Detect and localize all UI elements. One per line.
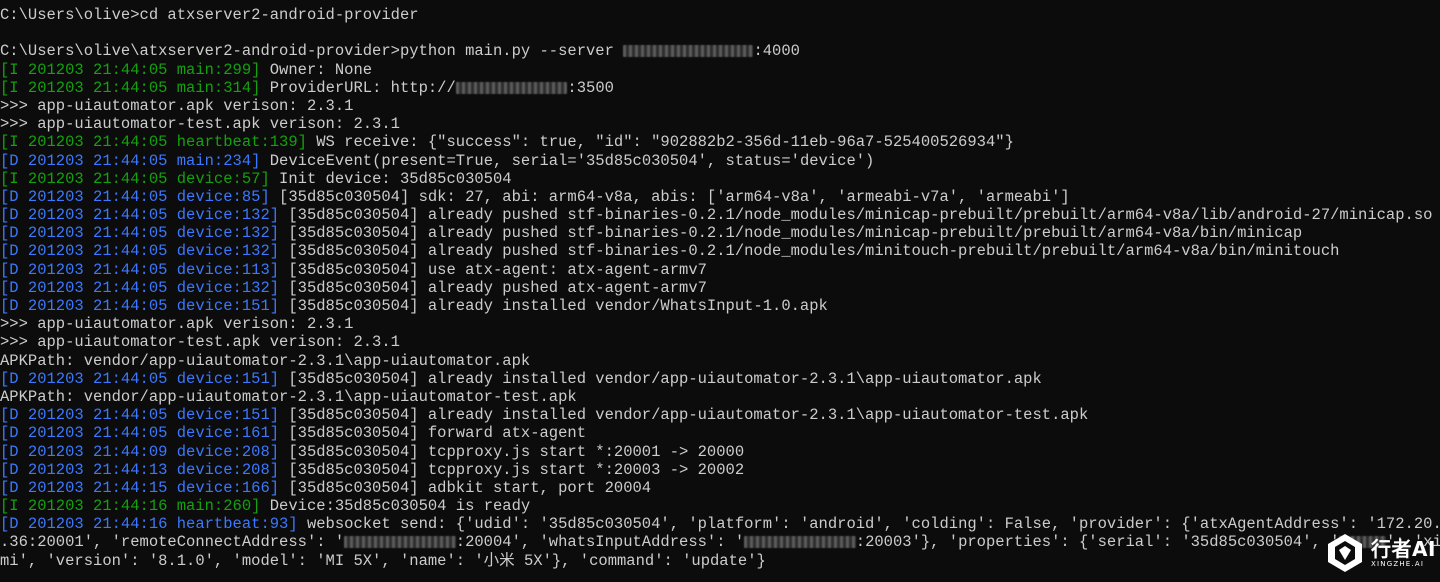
terminal-window[interactable]: C:\Users\olive>cd atxserver2-android-pro… (0, 0, 1440, 582)
terminal-line: C:\Users\olive>cd atxserver2-android-pro… (0, 6, 1440, 24)
log-text: :4000 (753, 42, 800, 61)
log-text: >>> app-uiautomator-test.apk verison: 2.… (0, 115, 400, 134)
terminal-line: mi', 'version': '8.1.0', 'model': 'MI 5X… (0, 552, 1440, 570)
log-text: websocket send: {'udid': '35d85c030504',… (297, 515, 1440, 534)
log-text: [35d85c030504] forward atx-agent (279, 424, 586, 443)
terminal-line: [D 201203 21:44:05 device:132] [35d85c03… (0, 224, 1440, 242)
terminal-line: [D 201203 21:44:05 device:132] [35d85c03… (0, 279, 1440, 297)
terminal-line: [I 201203 21:44:05 main:299] Owner: None (0, 61, 1440, 79)
log-text: [35d85c030504] already installed vendor/… (279, 406, 1089, 425)
log-tag: [D 201203 21:44:05 device:151] (0, 369, 280, 388)
log-text: APKPath: vendor/app-uiautomator-2.3.1\ap… (0, 387, 577, 406)
terminal-line: [D 201203 21:44:05 main:234] DeviceEvent… (0, 152, 1440, 170)
log-text: :3500 (567, 78, 614, 97)
log-tag: [I 201203 21:44:05 main:314] (0, 78, 261, 97)
log-text: Device:35d85c030504 is ready (260, 497, 531, 516)
log-tag: [D 201203 21:44:05 device:132] (0, 224, 280, 243)
masked-value: 172.20.12.36 (455, 81, 568, 94)
log-text: C:\Users\olive\atxserver2-android-provid… (0, 42, 624, 61)
log-text: [35d85c030504] already pushed stf-binari… (279, 224, 1303, 243)
log-tag: [D 201203 21:44:05 device:85] (0, 187, 270, 206)
log-tag: [D 201203 21:44:13 device:208] (0, 460, 280, 479)
log-tag: [D 201203 21:44:15 device:166] (0, 478, 280, 497)
terminal-line: APKPath: vendor/app-uiautomator-2.3.1\ap… (0, 388, 1440, 406)
log-text: :20004', 'whatsInputAddress': ' (455, 533, 745, 552)
masked-value: 172.16.254.123 (623, 45, 754, 58)
terminal-line: [D 201203 21:44:15 device:166] [35d85c03… (0, 479, 1440, 497)
terminal-line: [I 201203 21:44:16 main:260] Device:35d8… (0, 497, 1440, 515)
log-tag: [D 201203 21:44:05 device:151] (0, 406, 280, 425)
masked-value: 172.20.12.36 (744, 536, 856, 549)
log-text: C:\Users\olive>cd atxserver2-android-pro… (0, 6, 419, 24)
terminal-line: [D 201203 21:44:05 device:132] [35d85c03… (0, 242, 1440, 260)
masked-value: 172.20.12.36 (344, 536, 456, 549)
xingzhe-logo-icon (1328, 534, 1362, 572)
terminal-line: [D 201203 21:44:05 device:151] [35d85c03… (0, 370, 1440, 388)
terminal-line: >>> app-uiautomator.apk verison: 2.3.1 (0, 97, 1440, 115)
log-tag: [I 201203 21:44:05 heartbeat:139] (0, 133, 307, 152)
log-tag: [D 201203 21:44:05 device:132] (0, 242, 280, 261)
watermark-subtitle: XINGZHE.AI (1371, 559, 1425, 568)
terminal-line: [D 201203 21:44:05 device:151] [35d85c03… (0, 406, 1440, 424)
log-tag: [D 201203 21:44:05 device:113] (0, 260, 280, 279)
log-text: [35d85c030504] already pushed stf-binari… (279, 206, 1433, 225)
log-tag: [I 201203 21:44:05 device:57] (0, 169, 270, 188)
log-text: ProviderURL: http:// (260, 78, 456, 97)
watermark-title: 行者AI (1371, 536, 1436, 561)
terminal-line: [D 201203 21:44:16 heartbeat:93] websock… (0, 515, 1440, 533)
log-tag: [D 201203 21:44:05 device:151] (0, 297, 280, 315)
terminal-line: .36:20001', 'remoteConnectAddress': '172… (0, 533, 1440, 551)
log-tag: [D 201203 21:44:05 device:132] (0, 206, 280, 225)
log-text: WS receive: {"success": true, "id": "902… (306, 133, 1014, 152)
log-text: [35d85c030504] tcpproxy.js start *:20003… (279, 460, 745, 479)
log-text: >>> app-uiautomator.apk verison: 2.3.1 (0, 315, 354, 334)
log-text: [35d85c030504] already installed vendor/… (279, 369, 1042, 388)
log-tag: [I 201203 21:44:05 main:299] (0, 60, 261, 79)
terminal-line: [D 201203 21:44:05 device:132] [35d85c03… (0, 206, 1440, 224)
terminal-line: [D 201203 21:44:05 device:113] [35d85c03… (0, 261, 1440, 279)
log-text: [35d85c030504] already pushed stf-binari… (279, 242, 1340, 261)
log-tag: [D 201203 21:44:05 device:132] (0, 278, 280, 297)
terminal-line: [D 201203 21:44:09 device:208] [35d85c03… (0, 443, 1440, 461)
log-text: >>> app-uiautomator.apk verison: 2.3.1 (0, 96, 354, 115)
watermark: 行者AI XINGZHE.AI (1324, 528, 1436, 578)
log-tag: [D 201203 21:44:16 heartbeat:93] (0, 515, 298, 534)
log-text: :20003'}, 'properties': {'serial': '35d8… (855, 533, 1340, 552)
terminal-line: [D 201203 21:44:05 device:161] [35d85c03… (0, 424, 1440, 442)
log-text: Owner: None (260, 60, 373, 79)
log-text: DeviceEvent(present=True, serial='35d85c… (260, 151, 875, 170)
terminal-line: C:\Users\olive\atxserver2-android-provid… (0, 42, 1440, 60)
log-tag: [D 201203 21:44:05 main:234] (0, 151, 261, 170)
log-tag: [I 201203 21:44:16 main:260] (0, 497, 261, 516)
log-tag: [D 201203 21:44:05 device:161] (0, 424, 280, 443)
terminal-line: [I 201203 21:44:05 heartbeat:139] WS rec… (0, 133, 1440, 151)
log-text: >>> app-uiautomator-test.apk verison: 2.… (0, 333, 400, 352)
log-text: Init device: 35d85c030504 (269, 169, 512, 188)
log-text: [35d85c030504] adbkit start, port 20004 (279, 478, 652, 497)
log-text: [35d85c030504] already pushed atx-agent-… (279, 278, 707, 297)
log-text: [35d85c030504] already installed vendor/… (279, 297, 828, 315)
log-text: [35d85c030504] tcpproxy.js start *:20001… (279, 442, 745, 461)
log-tag: [D 201203 21:44:09 device:208] (0, 442, 280, 461)
terminal-line: >>> app-uiautomator-test.apk verison: 2.… (0, 333, 1440, 351)
terminal-line: APKPath: vendor/app-uiautomator-2.3.1\ap… (0, 352, 1440, 370)
terminal-line: [D 201203 21:44:13 device:208] [35d85c03… (0, 461, 1440, 479)
log-text: [35d85c030504] sdk: 27, abi: arm64-v8a, … (269, 187, 1070, 206)
log-text: mi', 'version': '8.1.0', 'model': 'MI 5X… (0, 551, 766, 570)
terminal-line: [D 201203 21:44:05 device:151] [35d85c03… (0, 297, 1440, 315)
terminal-line: [I 201203 21:44:05 device:57] Init devic… (0, 170, 1440, 188)
terminal-line: [D 201203 21:44:05 device:85] [35d85c030… (0, 188, 1440, 206)
terminal-line: >>> app-uiautomator-test.apk verison: 2.… (0, 115, 1440, 133)
terminal-line: >>> app-uiautomator.apk verison: 2.3.1 (0, 315, 1440, 333)
log-text: .36:20001', 'remoteConnectAddress': ' (0, 533, 345, 552)
terminal-line: [I 201203 21:44:05 main:314] ProviderURL… (0, 79, 1440, 97)
log-text: APKPath: vendor/app-uiautomator-2.3.1\ap… (0, 351, 531, 370)
log-text: [35d85c030504] use atx-agent: atx-agent-… (279, 260, 707, 279)
